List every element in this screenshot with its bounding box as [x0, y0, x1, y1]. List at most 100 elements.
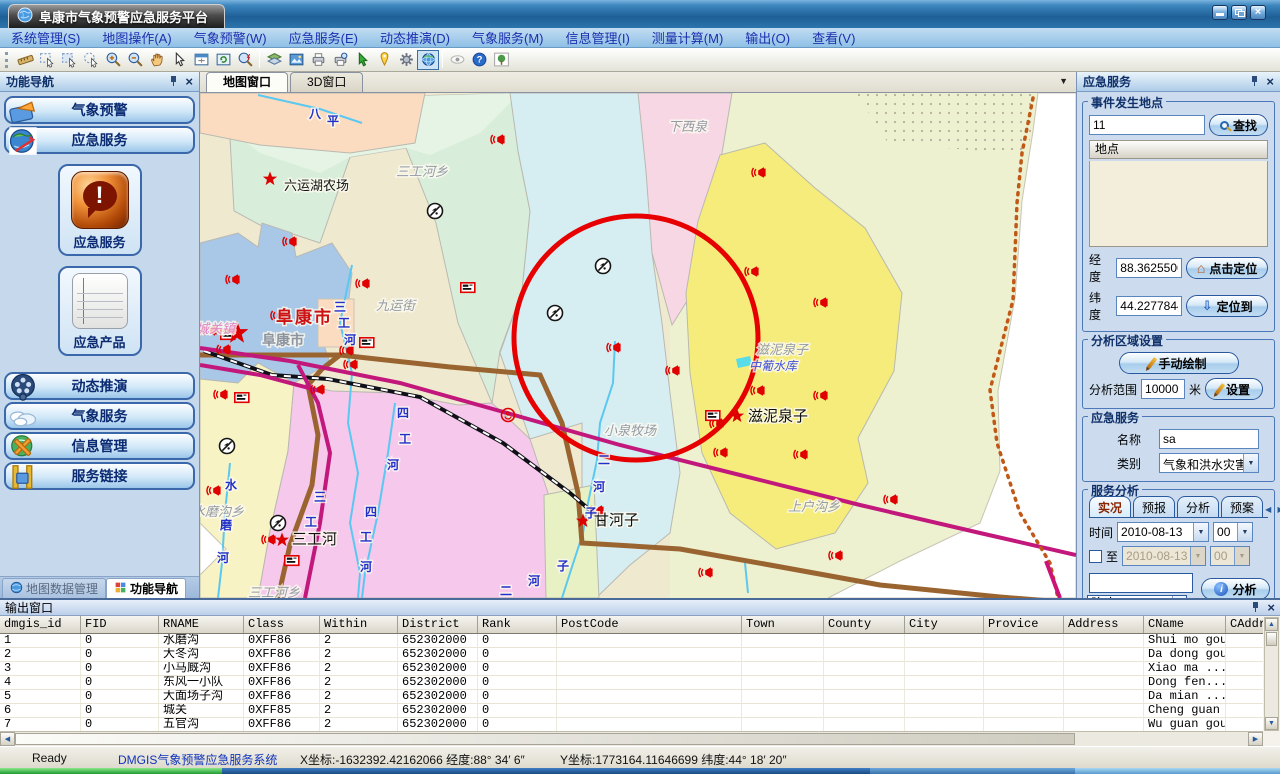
close-button[interactable]: × [1250, 5, 1266, 20]
hour-to-select[interactable]: 00▼ [1210, 546, 1250, 566]
monitor-station-marker[interactable] [220, 439, 235, 454]
menu-dynamic-deduction[interactable]: 动态推演(D) [369, 28, 461, 47]
toolbar-settings-gear-icon[interactable] [395, 50, 417, 70]
column-header[interactable]: County [824, 616, 905, 633]
warning-flag-marker[interactable] [706, 411, 720, 421]
column-header[interactable]: Town [742, 616, 824, 633]
table-horizontal-scrollbar[interactable]: ◀ ▶ [0, 731, 1263, 746]
monitor-station-marker[interactable] [271, 516, 286, 531]
click-locate-button[interactable]: ⌂点击定位 [1186, 257, 1268, 279]
scroll-up-icon[interactable]: ▲ [1265, 618, 1278, 631]
scroll-left-icon[interactable]: ◀ [0, 732, 15, 746]
tab-3d-window[interactable]: 3D窗口 [290, 72, 363, 92]
toolbar-layers-icon[interactable] [263, 50, 285, 70]
menu-map-operation[interactable]: 地图操作(A) [91, 28, 182, 47]
manual-draw-button[interactable]: 手动绘制 [1119, 352, 1239, 374]
toolbar-eye-icon[interactable] [446, 50, 468, 70]
table-row[interactable]: 40东风一小队0XFF8626523020000Dong fen... [0, 676, 1263, 690]
date-to-select[interactable]: 2010-08-13▼ [1122, 546, 1206, 566]
close-icon[interactable]: × [185, 76, 193, 88]
toolbar-print-preview-icon[interactable] [329, 50, 351, 70]
tab-map-data-management[interactable]: 地图数据管理 [2, 578, 106, 598]
search-button[interactable]: 查找 [1209, 114, 1268, 136]
scroll-down-icon[interactable]: ▼ [1265, 717, 1278, 730]
table-vertical-scrollbar[interactable]: ▲ ▼ [1264, 617, 1279, 731]
column-header[interactable]: dmgis_id [0, 616, 81, 633]
location-list[interactable] [1089, 161, 1268, 247]
warning-flag-marker[interactable] [461, 283, 475, 293]
nav-button-weather-service[interactable]: 气象服务 [4, 402, 195, 430]
menu-view[interactable]: 查看(V) [801, 28, 866, 47]
toolbar-print-icon[interactable] [307, 50, 329, 70]
toolbar-select-area-cursor-icon[interactable] [80, 50, 102, 70]
toolbar-place-pin-icon[interactable] [373, 50, 395, 70]
date-select[interactable]: 2010-08-13▼ [1117, 522, 1209, 542]
tab-plan[interactable]: 预案 [1221, 496, 1263, 517]
toolbar-scene-tree-icon[interactable] [490, 50, 512, 70]
location-list-header[interactable]: 地点 [1089, 140, 1268, 159]
big-button-emergency-product-big[interactable]: 应急产品 [58, 266, 142, 356]
column-header[interactable]: City [905, 616, 984, 633]
nav-button-weather-warning[interactable]: 气象预警 [4, 96, 195, 124]
pin-icon[interactable] [1251, 602, 1261, 613]
toolbar-globe-tool-icon[interactable] [417, 50, 439, 70]
column-header[interactable]: CAddr [1226, 616, 1263, 633]
column-header[interactable]: Rank [478, 616, 557, 633]
toolbar-pointer-icon[interactable] [168, 50, 190, 70]
menu-emergency-service[interactable]: 应急服务(E) [278, 28, 369, 47]
menu-output[interactable]: 输出(O) [734, 28, 801, 47]
chevron-down-icon[interactable]: ▼ [1193, 523, 1208, 541]
hour-select[interactable]: 00▼ [1213, 522, 1253, 542]
toolbar-full-extent-icon[interactable] [190, 50, 212, 70]
toolbar-export-image-icon[interactable] [285, 50, 307, 70]
table-row[interactable]: 60城关0XFF8526523020000Cheng guan [0, 704, 1263, 718]
goto-location-button[interactable]: ⇩定位到 [1186, 295, 1268, 317]
warning-flag-marker[interactable] [360, 338, 374, 348]
service-type-select[interactable]: 气象和洪水灾害▼ [1159, 453, 1259, 473]
toolbar-identify-icon[interactable] [234, 50, 256, 70]
close-icon[interactable]: × [1266, 76, 1274, 88]
longitude-input[interactable] [1116, 258, 1182, 278]
chevron-down-icon[interactable]: ▼ [1237, 523, 1252, 541]
column-header[interactable]: CName [1144, 616, 1226, 633]
big-button-emergency-service-big[interactable]: !应急服务 [58, 164, 142, 256]
column-header[interactable]: FID [81, 616, 159, 633]
tab-function-nav[interactable]: 功能导航 [106, 578, 186, 598]
warning-flag-marker[interactable] [285, 556, 299, 566]
table-row[interactable]: 30小马厩沟0XFF8626523020000Xiao ma ... [0, 662, 1263, 676]
scroll-right-icon[interactable]: ▶ [1248, 732, 1263, 746]
column-header[interactable]: District [398, 616, 478, 633]
analysis-range-input[interactable] [1141, 379, 1185, 399]
toolbar-grip[interactable] [5, 52, 11, 68]
column-header[interactable]: Provice [984, 616, 1064, 633]
analyze-button[interactable]: i分析 [1201, 578, 1270, 598]
range-set-button[interactable]: 设置 [1205, 378, 1263, 400]
service-name-input[interactable] [1159, 429, 1259, 449]
element-preview-box[interactable] [1089, 573, 1193, 593]
table-row[interactable]: 20大冬沟0XFF8626523020000Da dong gou [0, 648, 1263, 662]
monitor-station-marker[interactable] [596, 259, 611, 274]
menu-measure-calc[interactable]: 测量计算(M) [641, 28, 735, 47]
map-canvas[interactable]: 六运湖农场三工河乡下西泉九运街阜康市阜康市城关镇滋泥泉子中葡水库小泉牧场滋泥泉子… [200, 93, 1076, 598]
location-search-input[interactable] [1089, 115, 1205, 135]
toolbar-zoom-in-icon[interactable] [102, 50, 124, 70]
column-header[interactable]: Class [244, 616, 320, 633]
menu-weather-service[interactable]: 气象服务(M) [461, 28, 555, 47]
warning-flag-marker[interactable] [235, 393, 249, 403]
column-header[interactable]: Address [1064, 616, 1144, 633]
latitude-input[interactable] [1116, 296, 1182, 316]
menu-system-management[interactable]: 系统管理(S) [0, 28, 91, 47]
toolbar-measure-icon[interactable] [14, 50, 36, 70]
output-table[interactable]: dmgis_idFIDRNAMEClassWithinDistrictRankP… [0, 616, 1263, 731]
tab-map-window[interactable]: 地图窗口 [206, 72, 288, 92]
tab-analysis[interactable]: 分析 [1177, 496, 1219, 517]
toolbar-zoom-out-icon[interactable] [124, 50, 146, 70]
scrollbar-thumb[interactable] [15, 733, 1075, 745]
restore-button[interactable] [1231, 5, 1247, 20]
table-row[interactable]: 10水磨沟0XFF8626523020000Shui mo gou [0, 634, 1263, 648]
menu-info-management[interactable]: 信息管理(I) [555, 28, 641, 47]
column-header[interactable]: Within [320, 616, 398, 633]
table-row[interactable]: 50大面场子沟0XFF8626523020000Da mian ... [0, 690, 1263, 704]
monitor-station-marker[interactable] [428, 204, 443, 219]
pin-icon[interactable] [1250, 76, 1260, 87]
